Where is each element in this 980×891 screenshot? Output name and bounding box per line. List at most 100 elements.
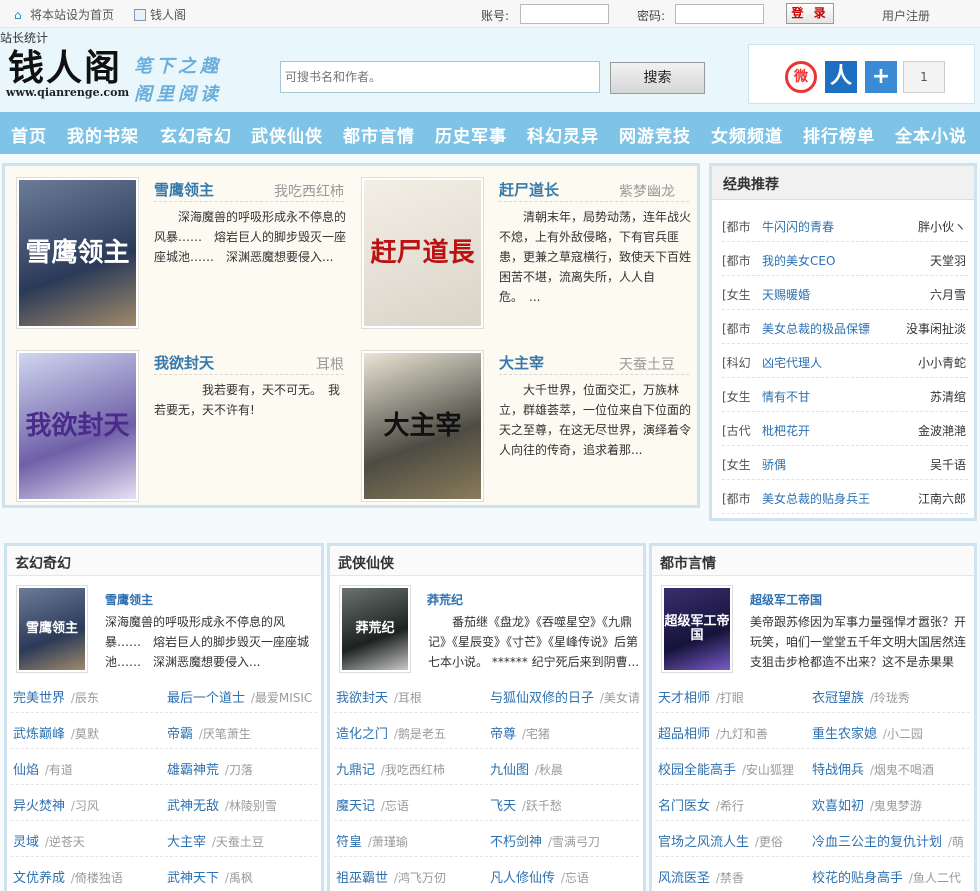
nav-item[interactable]: 排行榜单 xyxy=(803,122,875,147)
book-cover[interactable]: 赶尸道長 xyxy=(361,177,484,329)
book-link[interactable]: 衣冠望族 xyxy=(812,691,864,706)
book-link[interactable]: 符皇 xyxy=(336,835,362,850)
login-button[interactable]: 登 录 xyxy=(786,3,834,24)
nav-item[interactable]: 我的书架 xyxy=(67,122,139,147)
password-input[interactable] xyxy=(675,4,764,24)
book-title[interactable]: 雪鹰领主 xyxy=(154,179,214,200)
book-link[interactable]: 最后一个道士 xyxy=(167,691,245,706)
book-link[interactable]: 特战佣兵 xyxy=(812,763,864,778)
book-link[interactable]: 完美世界 xyxy=(13,691,65,706)
classic-list-item: [科幻 凶宅代理人 小小青蛇 xyxy=(722,344,968,378)
book-link[interactable]: 仙焰 xyxy=(13,763,39,778)
classic-item-title[interactable]: 美女总裁的贴身兵王 xyxy=(762,490,870,507)
category-title[interactable]: 武侠仙侠 xyxy=(338,553,394,573)
nav-item[interactable]: 武侠仙侠 xyxy=(251,122,323,147)
book-link[interactable]: 我欲封天 xyxy=(336,691,388,706)
nav-item[interactable]: 玄幻奇幻 xyxy=(160,122,232,147)
nav-item[interactable]: 网游竞技 xyxy=(619,122,691,147)
nav-item[interactable]: 科幻灵异 xyxy=(527,122,599,147)
weibo-icon[interactable]: 微 xyxy=(785,61,817,93)
category-feature-cover[interactable]: 莽荒纪 xyxy=(339,585,411,673)
book-link[interactable]: 风流医圣 xyxy=(658,871,710,886)
category-list-item: 大主宰 /天蚕土豆 xyxy=(167,831,264,850)
book-link[interactable]: 帝尊 xyxy=(490,727,516,742)
classic-item-title[interactable]: 骄偶 xyxy=(762,456,786,473)
set-homepage-link[interactable]: ⌂ 将本站设为首页 xyxy=(14,6,114,23)
nav-item[interactable]: 历史军事 xyxy=(435,122,507,147)
book-title[interactable]: 大主宰 xyxy=(499,352,544,373)
book-cover[interactable]: 我欲封天 xyxy=(16,350,139,502)
book-cover[interactable]: 大主宰 xyxy=(361,350,484,502)
book-link[interactable]: 官场之风流人生 xyxy=(658,835,749,850)
book-author: 厌笔萧生 xyxy=(202,727,251,741)
book-link[interactable]: 重生农家媳 xyxy=(812,727,877,742)
classic-item-title[interactable]: 凶宅代理人 xyxy=(762,354,822,371)
book-link[interactable]: 帝霸 xyxy=(167,727,193,742)
book-link[interactable]: 欢喜如初 xyxy=(812,799,864,814)
book-link[interactable]: 不朽剑神 xyxy=(490,835,542,850)
book-link[interactable]: 与狐仙双修的日子 xyxy=(490,691,594,706)
book-title[interactable]: 赶尸道长 xyxy=(499,179,559,200)
book-author: 有道 xyxy=(48,763,73,777)
book-title[interactable]: 我欲封天 xyxy=(154,352,214,373)
classic-item-title[interactable]: 枇杷花开 xyxy=(762,422,810,439)
book-link[interactable]: 祖巫霸世 xyxy=(336,871,388,886)
book-link[interactable]: 校园全能高手 xyxy=(658,763,736,778)
nav-item[interactable]: 女频频道 xyxy=(711,122,783,147)
classic-item-title[interactable]: 美女总裁的极品保镖 xyxy=(762,320,870,337)
book-description: 清朝末年，局势动荡，连年战火不熄，上有外敌侵略，下有官兵匪患，更兼之草寇横行，致… xyxy=(499,210,692,304)
book-link[interactable]: 凡人修仙传 xyxy=(490,871,555,886)
nav-item[interactable]: 首页 xyxy=(11,122,47,147)
book-link[interactable]: 造化之门 xyxy=(336,727,388,742)
book-link[interactable]: 九仙图 xyxy=(490,763,529,778)
bookmark-link[interactable]: 钱人阁 xyxy=(134,6,186,23)
book-link[interactable]: 文优养成 xyxy=(13,871,65,886)
book-link[interactable]: 武神天下 xyxy=(167,871,219,886)
book-author: 忘语 xyxy=(384,799,409,813)
book-author: 习风 xyxy=(74,799,99,813)
renren-icon[interactable]: 人 xyxy=(825,61,857,93)
featured-book: 大主宰 大主宰 天蚕土豆 大千世界，位面交汇，万族林立，群雄荟萃，一位位来自下位面的天… xyxy=(361,350,691,510)
category-title[interactable]: 都市言情 xyxy=(660,553,716,573)
category-feature-title[interactable]: 莽荒纪 xyxy=(427,591,463,608)
book-cover-image: 赶尸道長 xyxy=(364,180,481,326)
search-input[interactable] xyxy=(280,61,600,93)
book-link[interactable]: 异火焚神 xyxy=(13,799,65,814)
book-link[interactable]: 飞天 xyxy=(490,799,516,814)
classic-item-title[interactable]: 我的美女CEO xyxy=(762,252,835,269)
classic-item-title[interactable]: 天赐暖婚 xyxy=(762,286,810,303)
nav-item[interactable]: 都市言情 xyxy=(343,122,415,147)
classic-item-category: [女生 xyxy=(722,390,751,404)
account-input[interactable] xyxy=(520,4,609,24)
book-link[interactable]: 雄霸神荒 xyxy=(167,763,219,778)
category-feature-title[interactable]: 雪鹰领主 xyxy=(105,591,153,608)
classic-item-title[interactable]: 牛闪闪的青春 xyxy=(762,218,834,235)
separator: / xyxy=(67,727,75,741)
book-link[interactable]: 超品相师 xyxy=(658,727,710,742)
book-link[interactable]: 名门医女 xyxy=(658,799,710,814)
search-button[interactable]: 搜索 xyxy=(610,62,705,94)
book-link[interactable]: 大主宰 xyxy=(167,835,206,850)
stats-link[interactable]: 站长统计 xyxy=(0,29,48,46)
separator: / xyxy=(866,799,874,813)
book-link[interactable]: 魔天记 xyxy=(336,799,375,814)
register-link[interactable]: 用户注册 xyxy=(882,7,930,24)
plus-share-icon[interactable]: + xyxy=(865,61,897,93)
separator: / xyxy=(247,691,255,705)
classic-item-title[interactable]: 情有不甘 xyxy=(762,388,810,405)
book-link[interactable]: 武神无敌 xyxy=(167,799,219,814)
book-link[interactable]: 天才相师 xyxy=(658,691,710,706)
category-feature-cover[interactable]: 雪鹰领主 xyxy=(16,585,88,673)
book-link[interactable]: 灵域 xyxy=(13,835,39,850)
category-feature-title[interactable]: 超级军工帝国 xyxy=(750,591,822,608)
book-link[interactable]: 武炼巅峰 xyxy=(13,727,65,742)
book-link[interactable]: 校花的贴身高手 xyxy=(812,871,903,886)
book-link[interactable]: 冷血三公主的复仇计划 xyxy=(812,835,942,850)
book-link[interactable]: 九鼎记 xyxy=(336,763,375,778)
category-feature-cover[interactable]: 超级军工帝国 xyxy=(661,585,733,673)
book-cover[interactable]: 雪鹰领主 xyxy=(16,177,139,329)
category-title[interactable]: 玄幻奇幻 xyxy=(15,553,71,573)
site-logo[interactable]: 钱人阁 xyxy=(8,48,122,88)
nav-item[interactable]: 全本小说 xyxy=(895,122,967,147)
book-cover-image: 大主宰 xyxy=(364,353,481,499)
